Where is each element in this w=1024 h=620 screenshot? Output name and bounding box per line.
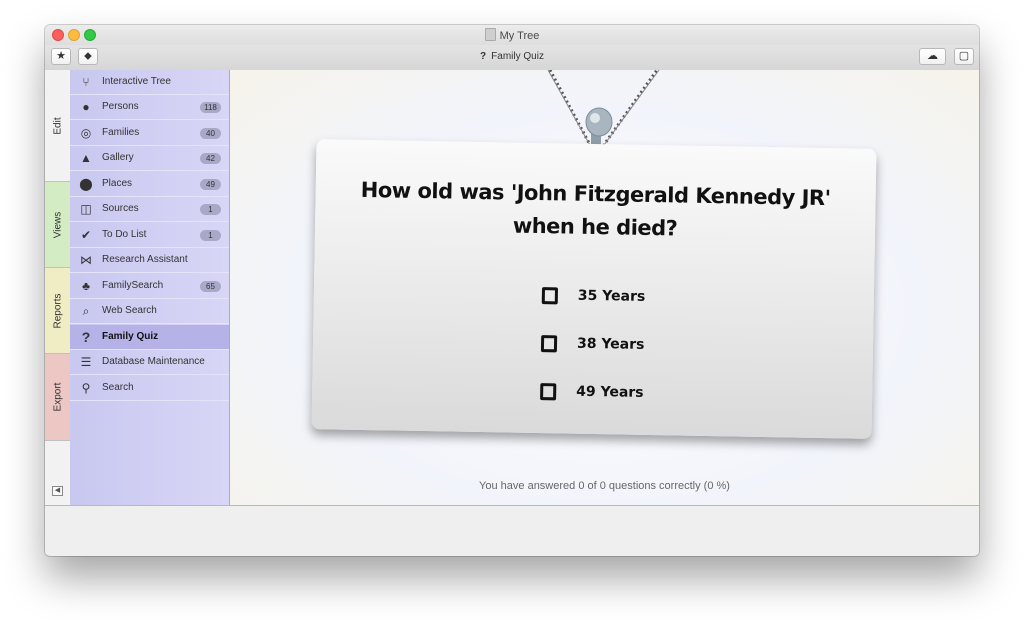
sidebar-item-family-quiz[interactable]: ? Family Quiz [70,325,229,350]
person-icon: ● [82,100,90,114]
count-badge: 65 [200,281,221,292]
view-title: ? Family Quiz [480,51,544,62]
sidebar-item-sources[interactable]: ◫ Sources 1 [70,197,229,222]
pushpin-icon [585,107,613,137]
gallery-icon: ▲ [80,151,92,165]
bowtie-icon: ⋈ [80,253,92,267]
web-search-icon: ⌕ [82,304,90,318]
sidebar-item-places[interactable]: ⬤ Places 49 [70,172,229,197]
sidebar-item-families[interactable]: ◎ Families 40 [70,121,229,146]
count-badge: 1 [200,204,221,215]
sidebar-item-persons[interactable]: ● Persons 118 [70,95,229,120]
toolbar: ★ ⬥ ? Family Quiz ☁ ▢ [45,45,979,71]
quiz-card: How old was 'John Fitzgerald Kennedy JR'… [311,139,877,439]
quiz-score-text: You have answered 0 of 0 questions corre… [479,480,730,492]
count-badge: 1 [200,230,221,241]
question-mark-icon: ? [81,329,91,345]
quiz-question: How old was 'John Fitzgerald Kennedy JR'… [360,177,831,241]
document-icon [484,28,496,41]
title-bar: My Tree [45,25,979,45]
count-badge: 42 [200,153,221,164]
answer-checkbox[interactable] [540,383,557,401]
answer-option-3[interactable]: 49 Years [540,382,680,410]
sidebar-item-familysearch[interactable]: ♣ FamilySearch 65 [70,274,229,299]
answer-option-2[interactable]: 38 Years [540,334,681,362]
app-window: My Tree ★ ⬥ ? Family Quiz ☁ ▢ Edit Views … [45,25,979,556]
tree-icon: ⑂ [82,75,90,89]
answer-checkbox[interactable] [540,335,558,353]
count-badge: 118 [200,102,221,113]
sidebar-item-research-assistant[interactable]: ⋈ Research Assistant [70,248,229,273]
database-icon: ☰ [80,355,92,369]
tab-reports[interactable]: Reports [45,268,70,354]
location-pin-icon: ⬤ [79,177,93,191]
pin-highlight-icon [590,113,600,123]
question-mark-icon: ? [480,51,487,62]
window-panel-icon: ▢ [958,50,970,62]
count-badge: 40 [200,128,221,139]
count-badge: 49 [200,179,221,190]
cloud-sync-button[interactable]: ☁ [919,48,946,65]
toggle-panel-button[interactable]: ▢ [954,48,974,65]
sidebar-item-database-maintenance[interactable]: ☰ Database Maintenance [70,350,229,375]
magnifier-icon: ⚲ [81,381,91,395]
sidebar-item-to-do-list[interactable]: ✔ To Do List 1 [70,223,229,248]
sidebar-item-web-search[interactable]: ⌕ Web Search [70,299,229,324]
answer-option-1[interactable]: 35 Years [541,286,682,314]
window-title: My Tree [45,28,979,42]
sidebar-item-search[interactable]: ⚲ Search [70,376,229,401]
collapse-sidebar-button[interactable]: ◀ [52,486,63,496]
sidebar-item-gallery[interactable]: ▲ Gallery 42 [70,146,229,171]
quiz-view: How old was 'John Fitzgerald Kennedy JR'… [230,70,979,505]
tab-views[interactable]: Views [45,182,70,268]
tab-edit[interactable]: Edit [45,70,70,182]
bottom-bar [45,505,979,556]
sidebar-item-interactive-tree[interactable]: ⑂ Interactive Tree [70,70,229,95]
arrow-left-icon: ◀ [54,487,61,494]
sidebar: ⑂ Interactive Tree ● Persons 118 ◎ Families 4… [70,70,230,505]
rings-icon: ◎ [80,126,92,140]
familysearch-tree-icon: ♣ [82,279,90,293]
mode-tabs: Edit Views Reports Export ◀ [45,70,71,505]
book-icon: ◫ [80,202,92,216]
tab-export[interactable]: Export [45,354,70,441]
cloud-icon: ☁ [927,50,938,62]
checkmark-icon: ✔ [80,228,92,242]
answer-checkbox[interactable] [541,287,559,305]
